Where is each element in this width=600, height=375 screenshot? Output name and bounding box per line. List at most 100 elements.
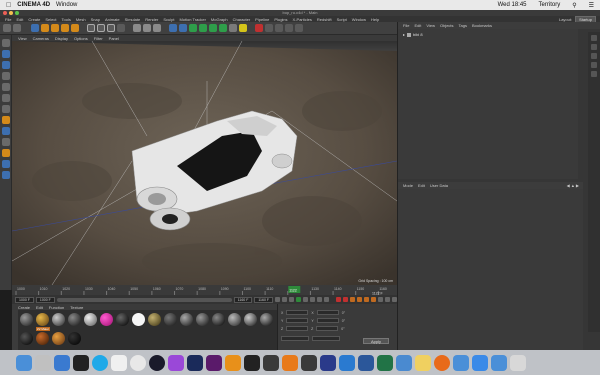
menu-animate[interactable]: Animate <box>105 17 120 22</box>
plugin-icon[interactable] <box>275 24 283 32</box>
position-y-field[interactable] <box>286 318 309 323</box>
range-slider[interactable] <box>56 297 232 302</box>
material-swatch[interactable] <box>196 313 209 326</box>
finder-icon[interactable] <box>16 354 32 371</box>
object-mode-dropdown[interactable] <box>281 336 309 341</box>
array-icon[interactable] <box>199 24 207 32</box>
final-cut-icon[interactable] <box>244 354 260 371</box>
redo-icon[interactable] <box>13 24 21 32</box>
app-store-icon[interactable] <box>472 354 488 371</box>
rotate-icon[interactable] <box>61 24 69 32</box>
tab-layer[interactable] <box>591 71 597 77</box>
mat-menu-create[interactable]: Create <box>18 305 30 310</box>
preview-icon[interactable] <box>396 354 412 371</box>
plugin3-icon[interactable] <box>295 24 303 32</box>
excel-icon[interactable] <box>377 354 393 371</box>
cinema4d-icon[interactable] <box>149 354 165 371</box>
mat-menu-texture[interactable]: Texture <box>70 305 83 310</box>
attr-menu-user-data[interactable]: User Data <box>430 183 448 188</box>
menu-script[interactable]: Script <box>337 17 347 22</box>
texture-mode-icon[interactable] <box>1 61 10 69</box>
z-axis-icon[interactable] <box>107 24 115 32</box>
menu-x-particles[interactable]: X-Particles <box>293 17 312 22</box>
subdivision-icon[interactable] <box>189 24 197 32</box>
scale-y-field[interactable] <box>316 318 339 323</box>
menu-file[interactable]: File <box>5 17 11 22</box>
vp-menu-options[interactable]: Options <box>74 36 88 41</box>
material-swatch[interactable] <box>148 313 161 326</box>
light-icon[interactable] <box>239 24 247 32</box>
material-swatch[interactable] <box>20 313 33 326</box>
davinci-icon[interactable] <box>263 354 279 371</box>
photoshop-icon[interactable] <box>187 354 203 371</box>
coord-system-icon[interactable] <box>117 24 125 32</box>
move-icon[interactable] <box>41 24 49 32</box>
sculpt-icon[interactable] <box>1 171 10 179</box>
attr-menu-mode[interactable]: Mode <box>403 183 413 188</box>
tab-content-browser[interactable] <box>591 53 597 59</box>
premiere-icon[interactable] <box>206 354 222 371</box>
vp-menu-display[interactable]: Display <box>55 36 68 41</box>
menu-pipeline[interactable]: Pipeline <box>255 17 269 22</box>
solo-icon[interactable] <box>1 149 10 157</box>
dashboard-icon[interactable] <box>73 354 89 371</box>
reaper-icon[interactable] <box>301 354 317 371</box>
autokey-icon[interactable] <box>343 297 348 302</box>
menu-edit[interactable]: Edit <box>16 17 23 22</box>
timeline[interactable]: 1000 1010 1020 1030 1040 1050 1060 1070 1080 1090… <box>12 285 397 295</box>
tab-takes[interactable] <box>591 44 597 50</box>
clock[interactable]: Wed 18:45 <box>498 2 527 9</box>
material-swatch[interactable] <box>132 313 145 326</box>
material-swatch[interactable] <box>116 313 129 326</box>
material-swatch[interactable] <box>36 313 49 326</box>
material-swatch[interactable] <box>68 313 81 326</box>
min-frame-field[interactable]: 1000 F <box>35 296 55 303</box>
next-frame-icon[interactable] <box>303 297 308 302</box>
end-frame-field[interactable]: 1160 F <box>254 296 273 303</box>
obj-menu-edit[interactable]: Edit <box>414 23 421 28</box>
keynote-icon[interactable] <box>339 354 355 371</box>
max-frame-field[interactable]: 1160 F <box>233 296 253 303</box>
material-swatch[interactable] <box>20 332 33 345</box>
xp-icon[interactable] <box>265 24 273 32</box>
menu-redshift[interactable]: Redshift <box>317 17 332 22</box>
illustrator-icon[interactable] <box>225 354 241 371</box>
menu-help[interactable]: Help <box>371 17 379 22</box>
deformer-icon[interactable] <box>209 24 217 32</box>
close-button[interactable] <box>3 11 7 15</box>
render-view-icon[interactable] <box>133 24 141 32</box>
apple-icon[interactable]:  <box>6 2 11 9</box>
menu-simulate[interactable]: Simulate <box>125 17 141 22</box>
key-pla-icon[interactable] <box>385 297 390 302</box>
vp-menu-view[interactable]: View <box>18 36 27 41</box>
finder2-icon[interactable] <box>453 354 469 371</box>
object-name[interactable]: bibi 8 <box>413 32 423 37</box>
menu-snap[interactable]: Snap <box>91 17 100 22</box>
obj-menu-view[interactable]: View <box>426 23 435 28</box>
obj-menu-tags[interactable]: Tags <box>459 23 467 28</box>
size-mode-dropdown[interactable] <box>312 336 340 341</box>
safari-icon[interactable] <box>54 354 70 371</box>
ps-icon[interactable] <box>320 354 336 371</box>
material-swatch[interactable] <box>36 332 49 345</box>
obj-menu-bookmarks[interactable]: Bookmarks <box>472 23 492 28</box>
snap-icon[interactable] <box>1 116 10 124</box>
window-menu[interactable]: Window <box>56 2 77 8</box>
material-swatch[interactable] <box>180 313 193 326</box>
word-icon[interactable] <box>358 354 374 371</box>
menu-plugins[interactable]: Plugins <box>274 17 287 22</box>
menu-mograph[interactable]: MoGraph <box>211 17 228 22</box>
x-axis-icon[interactable] <box>87 24 95 32</box>
menu-create[interactable]: Create <box>28 17 40 22</box>
expand-icon[interactable]: ▸ <box>403 32 405 37</box>
loop-icon[interactable] <box>324 297 329 302</box>
downloads-icon[interactable] <box>491 354 507 371</box>
pen-icon[interactable] <box>179 24 187 32</box>
cube-icon[interactable] <box>169 24 177 32</box>
minimize-button[interactable] <box>9 11 13 15</box>
goto-end-icon[interactable] <box>317 297 322 302</box>
mat-menu-function[interactable]: Function <box>49 305 64 310</box>
material-swatch[interactable] <box>68 332 81 345</box>
menu-motion-tracker[interactable]: Motion Tracker <box>179 17 205 22</box>
key-rotation-icon[interactable] <box>371 297 376 302</box>
